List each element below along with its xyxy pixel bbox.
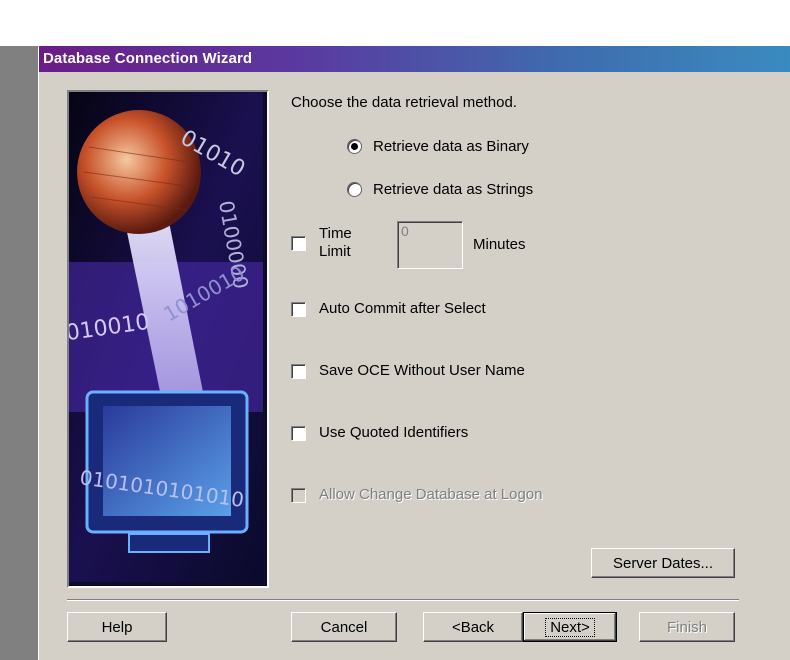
desktop-background-left [0, 46, 38, 660]
radio-strings[interactable] [347, 182, 362, 197]
next-button[interactable]: Next> [523, 612, 617, 642]
radio-binary-label[interactable]: Retrieve data as Binary [373, 138, 529, 155]
monitor-stand [128, 533, 210, 553]
radio-strings-label[interactable]: Retrieve data as Strings [373, 181, 533, 198]
window-title: Database Connection Wizard [43, 50, 253, 67]
time-limit-checkbox[interactable] [291, 236, 306, 251]
quoted-identifiers-checkbox[interactable] [291, 426, 306, 441]
data-sphere [77, 110, 201, 234]
next-button-label: Next> [545, 618, 595, 637]
auto-commit-checkbox[interactable] [291, 302, 306, 317]
help-button[interactable]: Help [67, 612, 167, 642]
save-oce-label[interactable]: Save OCE Without User Name [319, 362, 525, 379]
auto-commit-label[interactable]: Auto Commit after Select [319, 300, 486, 317]
allow-change-db-label: Allow Change Database at Logon [319, 486, 543, 503]
radio-selected-dot [351, 143, 358, 150]
allow-change-db-checkbox [291, 488, 306, 503]
save-oce-checkbox[interactable] [291, 364, 306, 379]
wizard-dialog: Database Connection Wizard 01010 0100000… [38, 46, 790, 660]
wizard-illustration: 01010 0100000 1010010 010010 01010101010… [67, 90, 269, 588]
server-dates-button[interactable]: Server Dates... [591, 548, 735, 578]
title-bar[interactable]: Database Connection Wizard [39, 46, 790, 72]
time-limit-unit: Minutes [473, 236, 526, 253]
button-separator [67, 599, 739, 601]
method-prompt: Choose the data retrieval method. [291, 94, 517, 111]
time-limit-label-line1: Time [319, 225, 352, 242]
radio-binary[interactable] [347, 139, 362, 154]
back-button[interactable]: <Back [423, 612, 523, 642]
time-limit-input[interactable]: 0 [397, 221, 463, 269]
quoted-identifiers-label[interactable]: Use Quoted Identifiers [319, 424, 468, 441]
time-limit-label-line2: Limit [319, 243, 351, 260]
finish-button: Finish [639, 612, 735, 642]
desktop-background-top [0, 0, 790, 46]
cancel-button[interactable]: Cancel [291, 612, 397, 642]
illustration-art: 01010 0100000 1010010 010010 01010101010… [69, 92, 263, 582]
time-limit-value: 0 [401, 223, 409, 239]
